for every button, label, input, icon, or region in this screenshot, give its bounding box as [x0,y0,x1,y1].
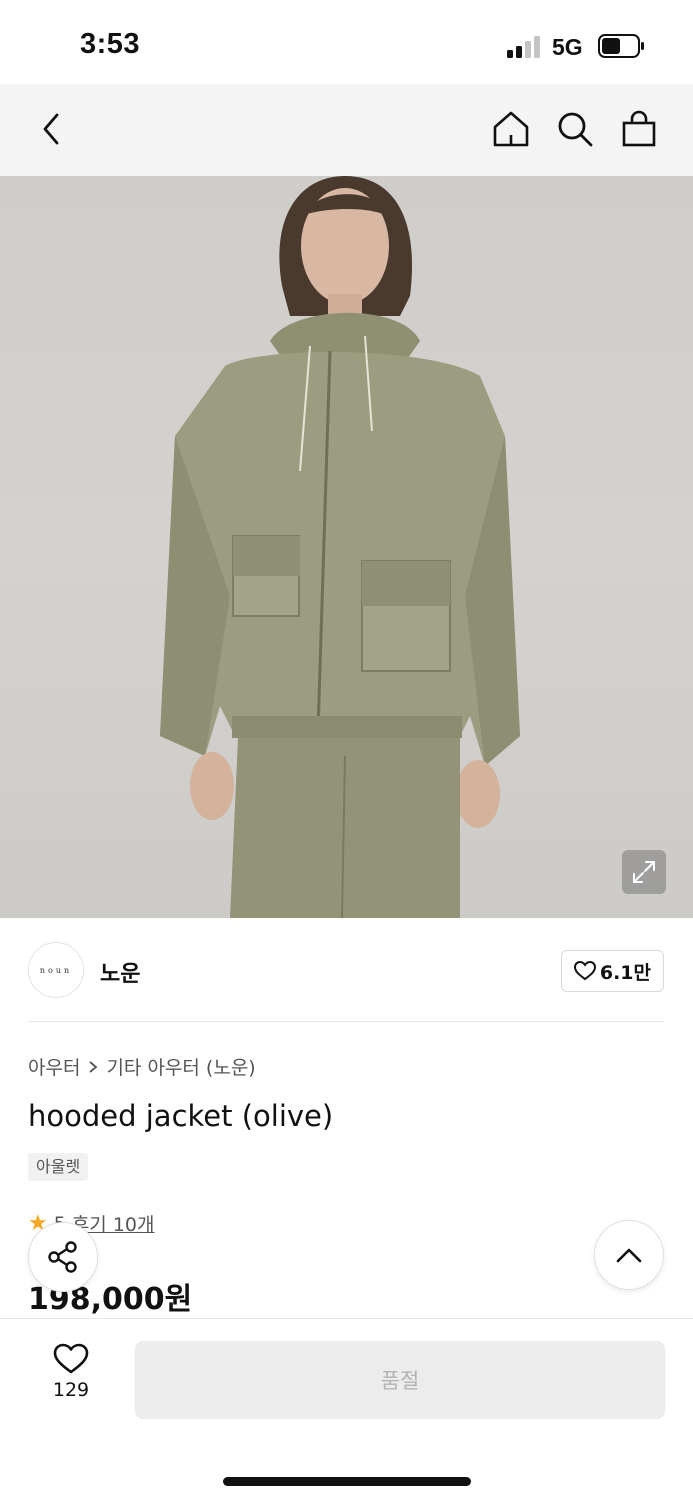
breadcrumb-level1[interactable]: 아우터 [28,1053,80,1080]
share-button[interactable] [28,1222,98,1292]
product-image[interactable] [0,176,693,918]
status-time: 3:53 [80,28,141,60]
model-illustration [160,176,520,918]
divider [28,1021,664,1022]
expand-icon [633,861,655,883]
signal-strength-icon [507,36,543,58]
network-type: 5G [552,34,583,60]
breadcrumb-level2[interactable]: 기타 아우터 (노운) [106,1053,255,1080]
expand-image-button[interactable] [622,850,666,894]
brand-row[interactable]: noun 노운 6.1만 [28,942,664,1000]
brand-name[interactable]: 노운 [100,956,140,988]
battery-icon [598,34,644,58]
bottom-action-bar: 129 품절 [0,1318,693,1500]
heart-icon [53,1343,89,1374]
heart-icon [573,961,596,981]
brand-like-button[interactable]: 6.1만 [560,950,664,992]
outlet-tag: 아울렛 [28,1153,89,1181]
scroll-to-top-button[interactable] [594,1220,664,1290]
brand-logo[interactable]: noun [28,942,84,998]
search-icon [558,112,593,147]
wishlist-count: 129 [52,1379,90,1401]
search-button[interactable] [550,104,600,154]
home-button[interactable] [486,104,536,154]
wishlist-button[interactable]: 129 [34,1343,108,1413]
cart-button[interactable] [614,104,664,154]
home-indicator [223,1477,471,1486]
top-nav [0,84,693,176]
home-icon [493,111,529,147]
chevron-right-icon [89,1060,98,1073]
chevron-up-icon [616,1248,642,1263]
breadcrumb: 아우터 기타 아우터 (노운) [28,1053,256,1080]
sold-out-button[interactable]: 품절 [135,1341,665,1419]
back-button[interactable] [26,104,76,154]
status-bar: 3:53 5G [0,0,693,84]
share-icon [48,1241,77,1273]
back-arrow-icon [43,113,59,145]
shopping-bag-icon [622,110,656,147]
product-title: hooded jacket (olive) [28,1099,334,1133]
brand-like-count: 6.1만 [599,961,651,984]
